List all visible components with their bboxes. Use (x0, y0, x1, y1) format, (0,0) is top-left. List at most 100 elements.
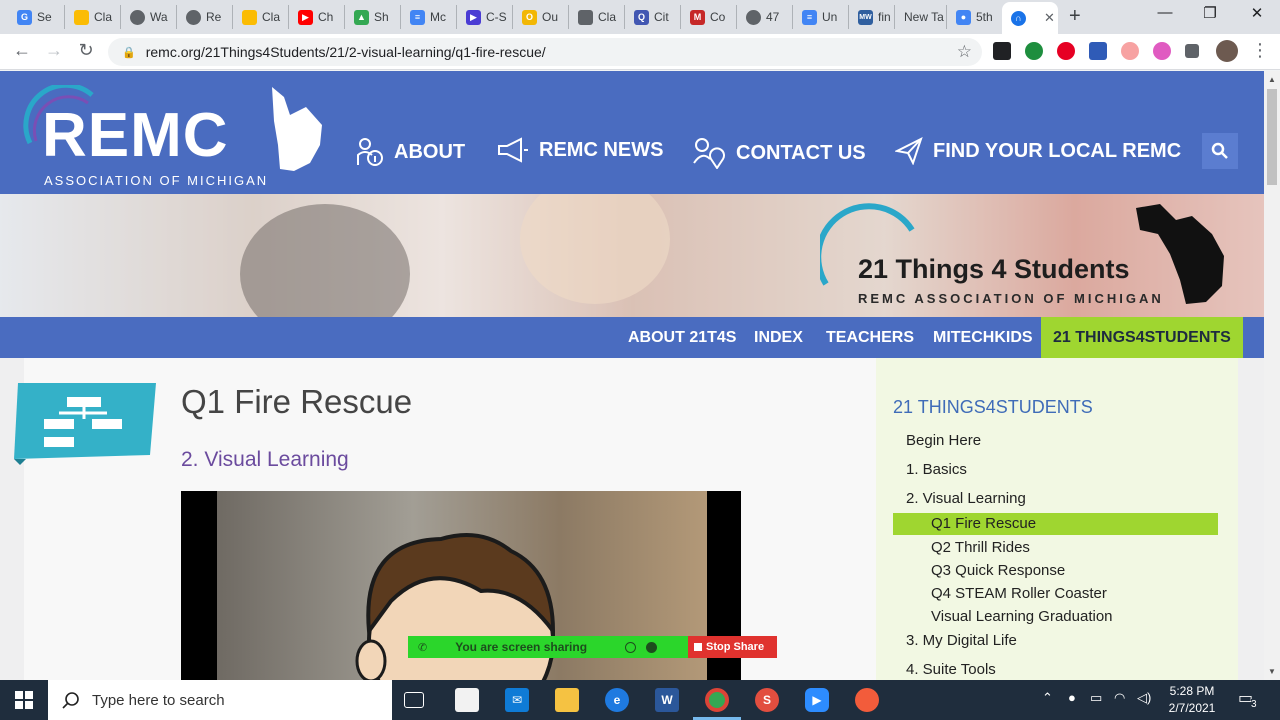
extension-icon[interactable] (993, 42, 1011, 60)
nav-about[interactable]: ABOUT (356, 137, 465, 167)
nav-remc-news-label: REMC NEWS (539, 138, 664, 161)
scroll-up-icon[interactable]: ▲ (1268, 75, 1276, 84)
chrome-icon[interactable] (705, 688, 729, 712)
stop-share-button[interactable]: Stop Share (688, 636, 777, 658)
browser-tab[interactable]: New Ta (894, 5, 946, 29)
browser-tab[interactable]: Cla (64, 5, 120, 29)
browser-tab[interactable]: Re (176, 5, 232, 29)
zoom-icon[interactable]: ▶ (805, 688, 829, 712)
scroll-down-icon[interactable]: ▼ (1268, 667, 1276, 676)
subnav-about-21t4s[interactable]: ABOUT 21T4S (628, 317, 736, 358)
battery-icon[interactable]: ▭ (1090, 690, 1102, 706)
pause-icon[interactable] (625, 641, 637, 653)
close-tab-icon[interactable]: ✕ (1044, 10, 1055, 26)
subnav-mitechkids[interactable]: MITECHKIDS (933, 317, 1033, 358)
browser-tab[interactable]: ≡ Mc (400, 5, 456, 29)
heart-extension-icon[interactable] (1153, 42, 1171, 60)
sidebar-item-suite-tools[interactable]: 4. Suite Tools (906, 661, 996, 678)
start-button[interactable] (0, 680, 48, 720)
browser-tab[interactable]: Wa (120, 5, 176, 29)
browser-tab[interactable]: MW fin (848, 5, 894, 29)
site-search-button[interactable] (1202, 133, 1238, 169)
browser-tab[interactable]: Cla (568, 5, 624, 29)
new-tab-button[interactable]: + (1069, 5, 1081, 28)
nav-find-local-remc-label: FIND YOUR LOCAL REMC (933, 139, 1182, 162)
puzzle-icon[interactable] (1185, 44, 1199, 58)
screencast-extension-icon[interactable] (1121, 42, 1139, 60)
remc-logo[interactable]: REMC ASSOCIATION OF MICHIGAN (22, 85, 327, 188)
extension-icon[interactable] (1089, 42, 1107, 60)
sidebar-item-q3-quick-response[interactable]: Q3 Quick Response (931, 562, 1065, 579)
close-window-button[interactable]: ✕ (1237, 4, 1277, 22)
sidebar-item-q1-fire-rescue[interactable]: Q1 Fire Rescue (893, 513, 1218, 535)
subnav-index[interactable]: INDEX (754, 317, 803, 358)
show-hidden-icons[interactable]: ⌃ (1042, 690, 1053, 706)
search-icon (1211, 142, 1228, 159)
taskbar-search-box[interactable]: Type here to search (48, 680, 392, 720)
sidebar-item-begin-here[interactable]: Begin Here (906, 432, 981, 449)
notification-count: 3 (1251, 699, 1257, 710)
bookmark-star-icon[interactable]: ☆ (957, 42, 972, 62)
browser-toolbar: ← → ↻ 🔒 remc.org/21Things4Students/21/2-… (0, 34, 1280, 70)
logo-text: REMC (42, 101, 229, 170)
subnav-21things4students[interactable]: 21 THINGS4STUDENTS (1041, 317, 1243, 358)
browser-tab-active[interactable]: ∩ ✕ (1002, 2, 1058, 34)
browser-tab[interactable]: ● 5th (946, 5, 1002, 29)
minimize-button[interactable]: — (1145, 4, 1185, 21)
back-icon[interactable]: ← (10, 40, 34, 61)
screen-sharing-bar[interactable]: ✆ You are screen sharing (408, 636, 688, 658)
page-scrollbar[interactable]: ▲ ▼ (1264, 71, 1280, 680)
sidebar-heading[interactable]: 21 THINGS4STUDENTS (893, 397, 1093, 418)
sidebar-item-q2-thrill-rides[interactable]: Q2 Thrill Rides (931, 539, 1030, 556)
browser-tab[interactable]: 47 (736, 5, 792, 29)
browser-tab[interactable]: Cla (232, 5, 288, 29)
maximize-button[interactable]: ❐ (1190, 4, 1230, 22)
phone-icon: ✆ (418, 641, 428, 654)
browser-tab[interactable]: ≡ Un (792, 5, 848, 29)
subnav-teachers[interactable]: TEACHERS (826, 317, 914, 358)
megaphone-icon (498, 137, 528, 163)
screencast-icon[interactable] (855, 688, 879, 712)
docs-icon: ≡ (410, 9, 425, 25)
url-text[interactable]: remc.org/21Things4Students/21/2-visual-l… (146, 44, 546, 60)
browser-tab[interactable]: M Co (680, 5, 736, 29)
menu-icon[interactable]: ⋮ (1248, 40, 1272, 61)
browser-tab[interactable]: G Se (8, 5, 64, 29)
mail-icon[interactable]: ✉ (505, 688, 529, 712)
profile-avatar[interactable] (1216, 40, 1238, 62)
browser-tab[interactable]: ▶ C-S (456, 5, 512, 29)
nav-about-label: ABOUT (394, 140, 466, 163)
sidebar-item-my-digital-life[interactable]: 3. My Digital Life (906, 632, 1017, 649)
sidebar-item-visual-learning[interactable]: 2. Visual Learning (906, 490, 1026, 507)
pinterest-icon[interactable] (1057, 42, 1075, 60)
scrollbar-thumb[interactable] (1267, 89, 1277, 185)
browser-tab[interactable]: Q Cit (624, 5, 680, 29)
extension-icon[interactable] (1025, 42, 1043, 60)
wifi-icon[interactable]: ◠ (1114, 690, 1125, 706)
app-icon[interactable]: S (755, 688, 779, 712)
reload-icon[interactable]: ↻ (74, 40, 98, 61)
word-icon[interactable]: W (655, 688, 679, 712)
nav-find-local-remc[interactable]: FIND YOUR LOCAL REMC (895, 137, 1181, 165)
person-pin-icon (693, 138, 725, 169)
microphone-icon[interactable]: ● (1068, 690, 1076, 705)
task-view-icon[interactable] (404, 692, 424, 708)
sidebar-item-q4-steam-roller-coaster[interactable]: Q4 STEAM Roller Coaster (931, 585, 1107, 602)
lock-icon[interactable]: 🔒 (122, 46, 136, 59)
edge-icon[interactable]: e (605, 688, 629, 712)
file-explorer-icon[interactable] (555, 688, 579, 712)
browser-tab[interactable]: ▲ Sh (344, 5, 400, 29)
taskbar-clock[interactable]: 5:28 PM 2/7/2021 (1160, 683, 1224, 717)
browser-tab[interactable]: O Ou (512, 5, 568, 29)
nav-remc-news[interactable]: REMC NEWS (497, 137, 663, 163)
store-icon[interactable] (455, 688, 479, 712)
nav-contact-us[interactable]: CONTACT US (692, 137, 866, 169)
play-icon: ▶ (466, 9, 481, 25)
volume-icon[interactable]: ◁) (1137, 690, 1151, 706)
browser-tab[interactable]: ▶ Ch (288, 5, 344, 29)
page-subtitle[interactable]: 2. Visual Learning (181, 448, 349, 472)
sidebar-item-basics[interactable]: 1. Basics (906, 461, 967, 478)
sidebar-item-visual-learning-graduation[interactable]: Visual Learning Graduation (931, 608, 1113, 625)
address-bar[interactable]: 🔒 remc.org/21Things4Students/21/2-visual… (108, 38, 982, 66)
forward-icon[interactable]: → (42, 40, 66, 61)
